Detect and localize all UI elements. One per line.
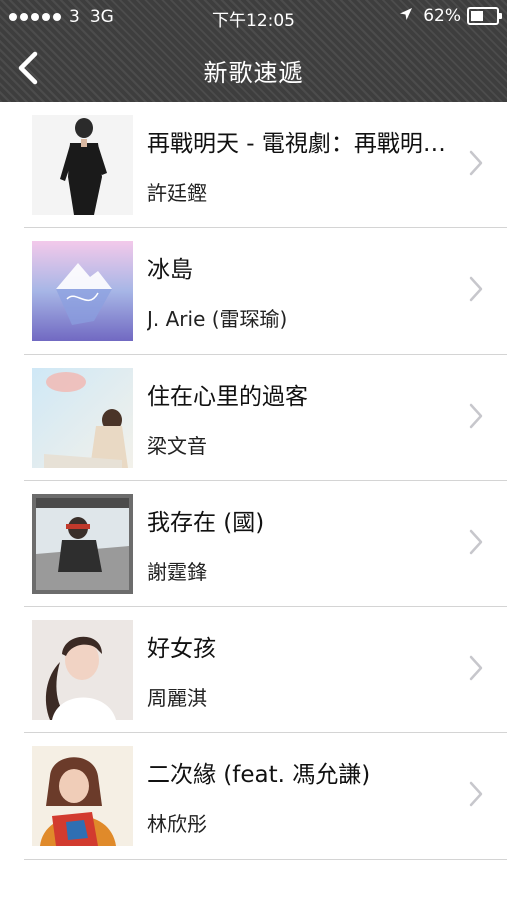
status-bar: 3 3G 下午12:05 62% bbox=[0, 0, 507, 34]
album-art bbox=[32, 241, 133, 342]
song-row[interactable]: 冰島 J. Arie (雷琛瑜) bbox=[0, 228, 507, 355]
song-artist: 林欣彤 bbox=[147, 812, 207, 837]
album-art bbox=[32, 493, 133, 594]
song-artist: J. Arie (雷琛瑜) bbox=[147, 307, 288, 332]
top-bar: 3 3G 下午12:05 62% 新歌速遞 bbox=[0, 0, 507, 102]
status-right: 62% bbox=[399, 6, 502, 26]
chevron-right-icon bbox=[469, 150, 483, 176]
chevron-right-icon bbox=[469, 655, 483, 681]
song-row[interactable]: 住在心里的過客 梁文音 bbox=[0, 355, 507, 481]
battery-nub bbox=[499, 13, 502, 19]
navigation-bar: 新歌速遞 bbox=[0, 34, 507, 102]
song-title: 二次緣 (feat. 馮允謙) bbox=[147, 762, 371, 789]
song-title: 住在心里的過客 bbox=[147, 383, 308, 410]
song-title: 冰島 bbox=[147, 257, 193, 284]
song-row[interactable]: 我存在 (國) 謝霆鋒 bbox=[0, 481, 507, 608]
song-artist: 謝霆鋒 bbox=[147, 559, 207, 584]
page-title: 新歌速遞 bbox=[203, 59, 304, 87]
battery-icon bbox=[467, 7, 502, 25]
song-artist: 周麗淇 bbox=[147, 686, 207, 711]
song-list: 再戰明天 - 電視劇：再戰明天主題曲 許廷鏗 冰島 J. Ari bbox=[0, 102, 507, 860]
song-title: 我存在 (國) bbox=[147, 509, 265, 536]
battery-percentage: 62% bbox=[423, 6, 461, 26]
location-arrow-icon bbox=[399, 6, 413, 26]
chevron-right-icon bbox=[469, 529, 483, 555]
song-artist: 梁文音 bbox=[147, 433, 207, 458]
row-divider bbox=[24, 858, 507, 860]
song-title: 好女孩 bbox=[147, 636, 216, 663]
battery-fill bbox=[471, 11, 483, 21]
chevron-right-icon bbox=[469, 277, 483, 302]
chevron-right-icon bbox=[469, 782, 483, 807]
song-artist: 許廷鏗 bbox=[147, 181, 207, 205]
album-art bbox=[32, 115, 133, 215]
song-title: 再戰明天 - 電視劇：再戰明天主題曲 bbox=[147, 131, 467, 157]
album-art bbox=[32, 620, 133, 721]
song-row[interactable]: 二次緣 (feat. 馮允謙) 林欣彤 bbox=[0, 733, 507, 860]
song-row[interactable]: 好女孩 周麗淇 bbox=[0, 607, 507, 734]
song-row[interactable]: 再戰明天 - 電視劇：再戰明天主題曲 許廷鏗 bbox=[0, 102, 507, 229]
chevron-right-icon bbox=[469, 403, 483, 428]
album-art bbox=[32, 746, 133, 847]
album-art bbox=[32, 367, 133, 468]
